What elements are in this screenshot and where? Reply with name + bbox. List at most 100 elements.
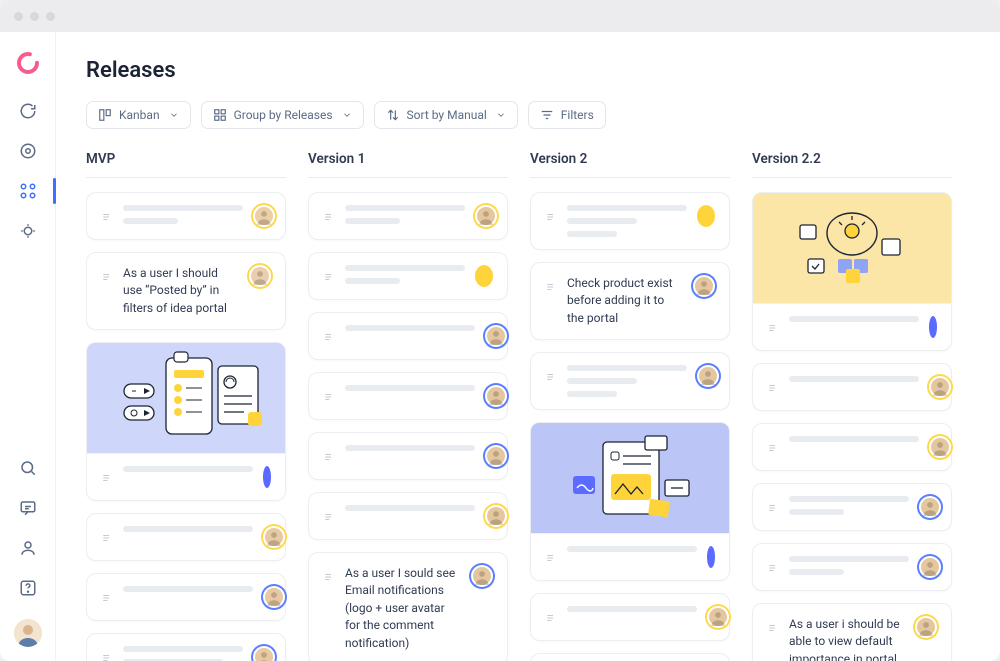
- nav-kanban-icon[interactable]: [13, 176, 43, 206]
- column-cards: Check product exist before adding it to …: [530, 192, 730, 661]
- kanban-card[interactable]: [86, 513, 286, 561]
- kanban-card[interactable]: [530, 192, 730, 250]
- column-cards: As a user I sould see Email notification…: [308, 192, 508, 661]
- comments-icon[interactable]: [13, 493, 43, 523]
- window-dot: [14, 12, 23, 21]
- card-placeholder: [345, 505, 475, 511]
- card-placeholder: [123, 526, 253, 532]
- kanban-card[interactable]: [530, 352, 730, 410]
- column-title: Version 2.2: [752, 151, 952, 178]
- kanban-card[interactable]: [530, 653, 730, 661]
- kanban-card[interactable]: [86, 192, 286, 240]
- card-text: As a user I should use “Posted by” in fi…: [123, 265, 239, 317]
- card-placeholder: [567, 546, 697, 552]
- kanban-card[interactable]: [86, 342, 286, 501]
- column-title: Version 1: [308, 151, 508, 178]
- card-placeholder: [345, 325, 475, 331]
- page-title: Releases: [86, 58, 970, 83]
- app-logo[interactable]: [15, 50, 41, 76]
- card-placeholder: [789, 436, 919, 442]
- group-by-selector[interactable]: Group by Releases: [201, 101, 364, 129]
- kanban-card[interactable]: [86, 573, 286, 621]
- main-content: Releases Kanban Group by Releases Sort b…: [56, 32, 1000, 661]
- kanban-card[interactable]: As a user I should use “Posted by” in fi…: [86, 252, 286, 330]
- kanban-card[interactable]: [530, 593, 730, 641]
- drag-handle-icon: [545, 205, 557, 226]
- people-icon[interactable]: [13, 533, 43, 563]
- drag-handle-icon: [323, 265, 335, 286]
- kanban-card[interactable]: [86, 633, 286, 661]
- kanban-card[interactable]: As a user I sould see Email notification…: [308, 552, 508, 661]
- card-placeholder: [789, 376, 919, 382]
- drag-handle-icon: [767, 316, 779, 337]
- kanban-card[interactable]: [308, 492, 508, 540]
- drag-handle-icon: [101, 646, 113, 661]
- window-dot: [46, 12, 55, 21]
- kanban-card[interactable]: [752, 192, 952, 351]
- nav-overview-icon[interactable]: [13, 136, 43, 166]
- assignee-dot: [475, 265, 493, 287]
- assignee-avatar: [263, 526, 285, 548]
- drag-handle-icon: [101, 586, 113, 607]
- kanban-card[interactable]: [308, 432, 508, 480]
- kanban-card[interactable]: Check product exist before adding it to …: [530, 262, 730, 340]
- kanban-card[interactable]: [752, 543, 952, 591]
- drag-handle-icon: [767, 496, 779, 517]
- drag-handle-icon: [101, 205, 113, 226]
- assignee-avatar: [915, 616, 937, 638]
- card-illustration: [531, 423, 729, 533]
- card-placeholder: [345, 385, 475, 391]
- assignee-avatar: [707, 606, 729, 628]
- assignee-dot: [263, 466, 271, 488]
- filters-button[interactable]: Filters: [528, 101, 606, 129]
- drag-handle-icon: [323, 205, 335, 226]
- assignee-dot: [929, 316, 937, 338]
- drag-handle-icon: [767, 556, 779, 577]
- assignee-avatar: [471, 565, 493, 587]
- column-cards: As a user i should be able to view defau…: [752, 192, 952, 661]
- kanban-card[interactable]: As a user i should be able to view defau…: [752, 603, 952, 661]
- chevron-down-icon: [342, 110, 352, 120]
- assignee-avatar: [249, 265, 271, 287]
- drag-handle-icon: [323, 325, 335, 346]
- kanban-column: Version 2.2 As a user i should be able t…: [752, 151, 952, 661]
- assignee-avatar: [485, 505, 507, 527]
- kanban-card[interactable]: [308, 312, 508, 360]
- kanban-card[interactable]: [752, 483, 952, 531]
- card-placeholder: [123, 586, 253, 592]
- drag-handle-icon: [323, 505, 335, 526]
- kanban-card[interactable]: [530, 422, 730, 581]
- card-illustration: [753, 193, 951, 303]
- drag-handle-icon: [767, 436, 779, 457]
- column-cards: As a user I should use “Posted by” in fi…: [86, 192, 286, 661]
- drag-handle-icon: [545, 546, 557, 567]
- nav-tags-icon[interactable]: [13, 216, 43, 246]
- assignee-avatar: [693, 275, 715, 297]
- assignee-avatar: [929, 376, 951, 398]
- view-label: Kanban: [119, 108, 160, 122]
- card-placeholder: [567, 606, 697, 612]
- help-icon[interactable]: [13, 573, 43, 603]
- column-title: MVP: [86, 151, 286, 178]
- assignee-avatar: [253, 205, 275, 227]
- kanban-column: MVP As a user I should use “Posted by” in…: [86, 151, 286, 661]
- kanban-card[interactable]: [752, 363, 952, 411]
- nav-refresh-icon[interactable]: [13, 96, 43, 126]
- card-text: As a user I sould see Email notification…: [345, 565, 461, 652]
- drag-handle-icon: [545, 365, 557, 386]
- sort-label: Sort by Manual: [407, 108, 487, 122]
- user-avatar[interactable]: [14, 619, 42, 647]
- sort-selector[interactable]: Sort by Manual: [374, 101, 518, 129]
- drag-handle-icon: [323, 445, 335, 466]
- kanban-card[interactable]: [752, 423, 952, 471]
- kanban-card[interactable]: [308, 192, 508, 240]
- assignee-avatar: [475, 205, 497, 227]
- card-illustration: [87, 343, 285, 453]
- kanban-card[interactable]: [308, 372, 508, 420]
- search-icon[interactable]: [13, 453, 43, 483]
- kanban-card[interactable]: [308, 252, 508, 300]
- kanban-column: Version 2Check product exist before addi…: [530, 151, 730, 661]
- view-switcher[interactable]: Kanban: [86, 101, 191, 129]
- card-placeholder: [345, 205, 465, 224]
- assignee-avatar: [919, 556, 941, 578]
